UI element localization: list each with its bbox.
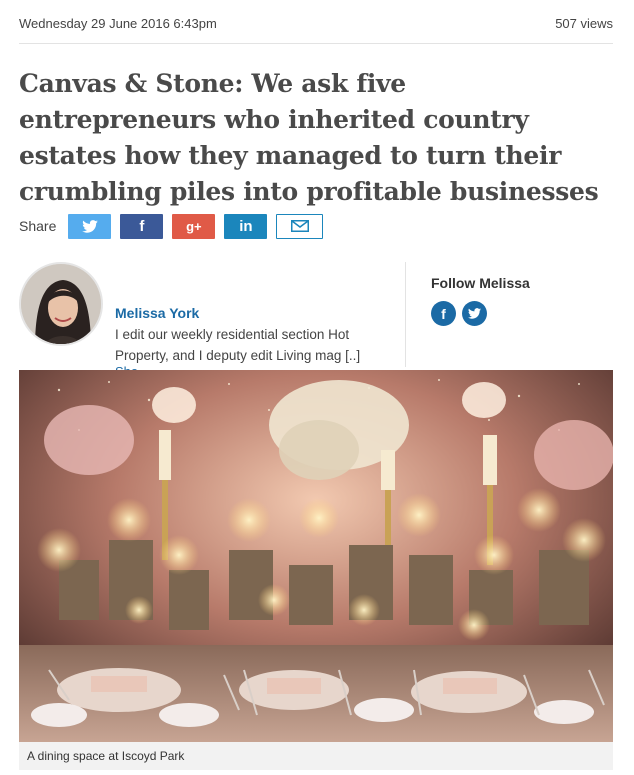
- image-caption: A dining space at Iscoyd Park: [19, 742, 613, 770]
- author-bio: I edit our weekly residential section Ho…: [115, 327, 361, 363]
- follow-icons: f: [431, 301, 530, 326]
- share-twitter-button[interactable]: [68, 213, 112, 239]
- author-portrait-icon: [21, 264, 101, 344]
- dining-room-photo: [19, 370, 613, 742]
- follow-twitter-button[interactable]: [462, 301, 487, 326]
- linkedin-icon: in: [239, 217, 253, 235]
- article-meta: Wednesday 29 June 2016 6:43pm 507 views: [19, 16, 613, 44]
- envelope-icon: [290, 220, 309, 232]
- share-label: Share: [19, 218, 57, 234]
- author-box: Melissa York I edit our weekly residenti…: [19, 262, 409, 372]
- author-divider: [405, 262, 406, 367]
- share-email-button[interactable]: [276, 213, 324, 239]
- google-plus-icon: g+: [186, 218, 202, 234]
- article-image[interactable]: [19, 370, 613, 742]
- twitter-bird-icon: [82, 219, 98, 233]
- share-google-plus-button[interactable]: g+: [172, 213, 216, 239]
- article-headline: Canvas & Stone: We ask five entrepreneur…: [19, 69, 599, 206]
- author-name-link[interactable]: Melissa York: [115, 305, 199, 321]
- follow-author: Follow Melissa f: [431, 275, 530, 326]
- share-bar: Share f g+ in: [19, 213, 332, 239]
- share-facebook-button[interactable]: f: [120, 213, 164, 239]
- author-avatar[interactable]: [19, 262, 103, 346]
- facebook-icon: f: [441, 305, 446, 322]
- publish-date: Wednesday 29 June 2016 6:43pm: [19, 16, 217, 31]
- follow-title: Follow Melissa: [431, 275, 530, 291]
- view-count: 507 views: [555, 16, 613, 31]
- follow-facebook-button[interactable]: f: [431, 301, 456, 326]
- twitter-bird-icon: [468, 308, 481, 319]
- facebook-icon: f: [139, 217, 145, 235]
- share-linkedin-button[interactable]: in: [224, 213, 268, 239]
